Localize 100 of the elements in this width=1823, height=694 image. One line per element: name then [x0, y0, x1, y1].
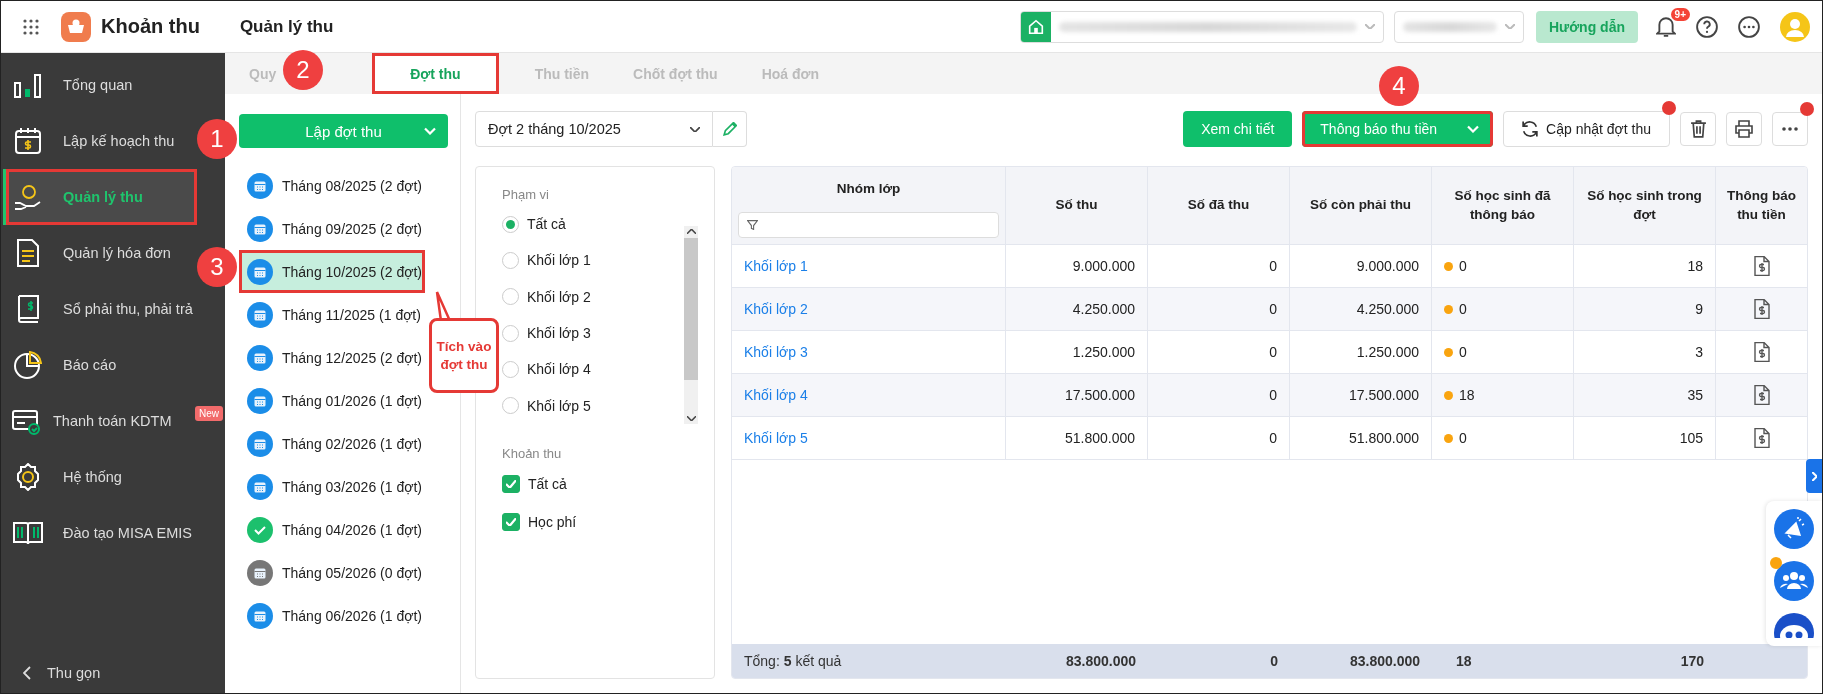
table-cell: 51.800.000: [1064, 430, 1135, 446]
table-cell: 4.250.000: [1072, 301, 1135, 317]
table-cell: 18: [1687, 258, 1703, 274]
radio-button[interactable]: [502, 324, 519, 342]
radio-option[interactable]: Khối lớp 3: [502, 315, 591, 352]
period-item[interactable]: Tháng 01/2026 (1 đợt): [239, 379, 425, 422]
period-item[interactable]: Tháng 06/2026 (1 đợt): [239, 594, 425, 637]
app-title: Khoản thu: [101, 15, 200, 38]
step-marker: 4: [1379, 66, 1419, 106]
megaphone-icon[interactable]: [1774, 509, 1814, 549]
chevron-down-icon: [424, 127, 436, 135]
side-panel-toggle[interactable]: [1806, 459, 1822, 493]
refresh-icon: [1522, 121, 1539, 137]
filter-title: Phạm vi: [502, 187, 549, 202]
notification-badge: 9+: [1670, 8, 1690, 21]
group-link[interactable]: Khối lớp 2: [744, 301, 808, 317]
help-icon[interactable]: [1696, 15, 1718, 38]
sidebar-item[interactable]: Lập kế hoạch thu: [3, 113, 197, 169]
update-batch-button[interactable]: Cập nhật đợt thu: [1503, 111, 1670, 147]
people-icon[interactable]: [1774, 561, 1814, 601]
batch-select[interactable]: Đợt 2 tháng 10/2025: [475, 111, 713, 147]
printer-icon: [1735, 120, 1753, 138]
more-button[interactable]: [1772, 112, 1808, 146]
caret-icon: [1504, 24, 1515, 29]
checkbox-option[interactable]: Học phí: [502, 503, 577, 541]
radio-option[interactable]: Khối lớp 1: [502, 242, 591, 279]
group-link[interactable]: Khối lớp 4: [744, 387, 808, 403]
radio-option[interactable]: Khối lớp 2: [502, 278, 591, 315]
school-field[interactable]: [1019, 10, 1384, 43]
radio-option[interactable]: Tất cả: [502, 206, 566, 243]
group-link[interactable]: Khối lớp 3: [744, 344, 808, 360]
delete-button[interactable]: [1680, 112, 1716, 146]
invoice-icon[interactable]: [1753, 256, 1770, 276]
invoice-icon[interactable]: [1753, 299, 1770, 319]
table-cell: 0: [1269, 301, 1277, 317]
sidebar-item[interactable]: Thanh toán KDTM New: [3, 393, 225, 449]
table-cell: 105: [1679, 430, 1703, 446]
more-icon: [1782, 127, 1798, 131]
notification-dot-icon: [1770, 557, 1782, 569]
sidebar-item[interactable]: Quản lý thu: [3, 169, 197, 225]
group-link[interactable]: Khối lớp 1: [744, 258, 808, 274]
filter-title: Khoản thu: [502, 446, 562, 461]
table-cell: 51.800.000: [1348, 430, 1419, 446]
filter-icon: [747, 220, 758, 230]
chevron-down-icon: [690, 126, 700, 132]
radio-button[interactable]: [502, 397, 519, 415]
more-icon[interactable]: [1738, 15, 1760, 38]
period-item[interactable]: Tháng 12/2025 (2 đợt): [239, 336, 425, 379]
period-item[interactable]: Tháng 02/2026 (1 đợt): [239, 422, 425, 465]
period-item[interactable]: Tháng 11/2025 (1 đợt): [239, 293, 425, 336]
period-item[interactable]: Tháng 08/2025 (2 đợt): [239, 164, 425, 207]
radio-option[interactable]: Khối lớp 5: [502, 387, 591, 424]
hint-tooltip: Tích vào đợt thu: [429, 291, 499, 393]
print-button[interactable]: [1726, 112, 1762, 146]
scrollbar[interactable]: [684, 226, 698, 424]
period-item[interactable]: Tháng 04/2026 (1 đợt): [239, 508, 425, 551]
trash-icon: [1689, 120, 1707, 138]
pie-chart-icon: [13, 351, 43, 379]
invoice-icon[interactable]: [1753, 385, 1770, 405]
radio-option[interactable]: Khối lớp 4: [502, 351, 591, 388]
arrow-down-icon[interactable]: [686, 416, 696, 421]
sidebar-item[interactable]: Quản lý hóa đơn: [3, 225, 197, 281]
sidebar-item[interactable]: Tổng quan: [3, 57, 197, 113]
column-header: Số học sinh đã thông báo: [1453, 186, 1552, 224]
group-link[interactable]: Khối lớp 5: [744, 430, 808, 446]
sidebar-item[interactable]: Sổ phải thu, phải trả: [3, 281, 197, 337]
robot-assistant-icon[interactable]: [1774, 613, 1814, 638]
radio-button[interactable]: [502, 215, 519, 233]
sidebar-item[interactable]: Báo cáo: [3, 337, 197, 393]
sidebar-item[interactable]: Hệ thống: [3, 449, 197, 505]
chevron-left-icon: [23, 666, 31, 680]
year-field[interactable]: [1393, 10, 1524, 43]
table-cell: 9.000.000: [1072, 258, 1135, 274]
table-cell: 9: [1695, 301, 1703, 317]
checkbox[interactable]: [502, 475, 520, 493]
period-item[interactable]: Tháng 09/2025 (2 đợt): [239, 207, 425, 250]
period-item[interactable]: Tháng 03/2026 (1 đợt): [239, 465, 425, 508]
checkbox[interactable]: [502, 513, 520, 531]
table-cell: 0: [1459, 301, 1467, 317]
period-item[interactable]: Tháng 10/2025 (2 đợt): [239, 250, 425, 293]
total-cell: 170: [1680, 653, 1704, 669]
collapse-button[interactable]: Thu gọn: [1, 665, 101, 681]
radio-button[interactable]: [502, 288, 519, 306]
status-dot-icon: [1444, 304, 1453, 314]
table-cell: 35: [1687, 387, 1703, 403]
bar-chart-icon: [13, 71, 43, 99]
arrow-up-icon[interactable]: [686, 229, 696, 234]
edit-button[interactable]: [713, 111, 747, 147]
checkbox-option[interactable]: Tất cả: [502, 465, 567, 503]
period-item[interactable]: Tháng 05/2026 (0 đợt): [239, 551, 425, 594]
table-cell: 0: [1459, 258, 1467, 274]
sidebar-item[interactable]: Đào tạo MISA EMIS: [3, 505, 197, 561]
invoice-icon[interactable]: [1753, 342, 1770, 362]
invoice-icon[interactable]: [1753, 428, 1770, 448]
column-header: Số còn phải thu: [1309, 196, 1412, 215]
bell-icon[interactable]: [1656, 16, 1676, 37]
column-filter-field[interactable]: [738, 212, 999, 238]
radio-button[interactable]: [502, 252, 519, 269]
radio-button[interactable]: [502, 360, 519, 378]
apps-grid-icon[interactable]: [23, 18, 39, 35]
